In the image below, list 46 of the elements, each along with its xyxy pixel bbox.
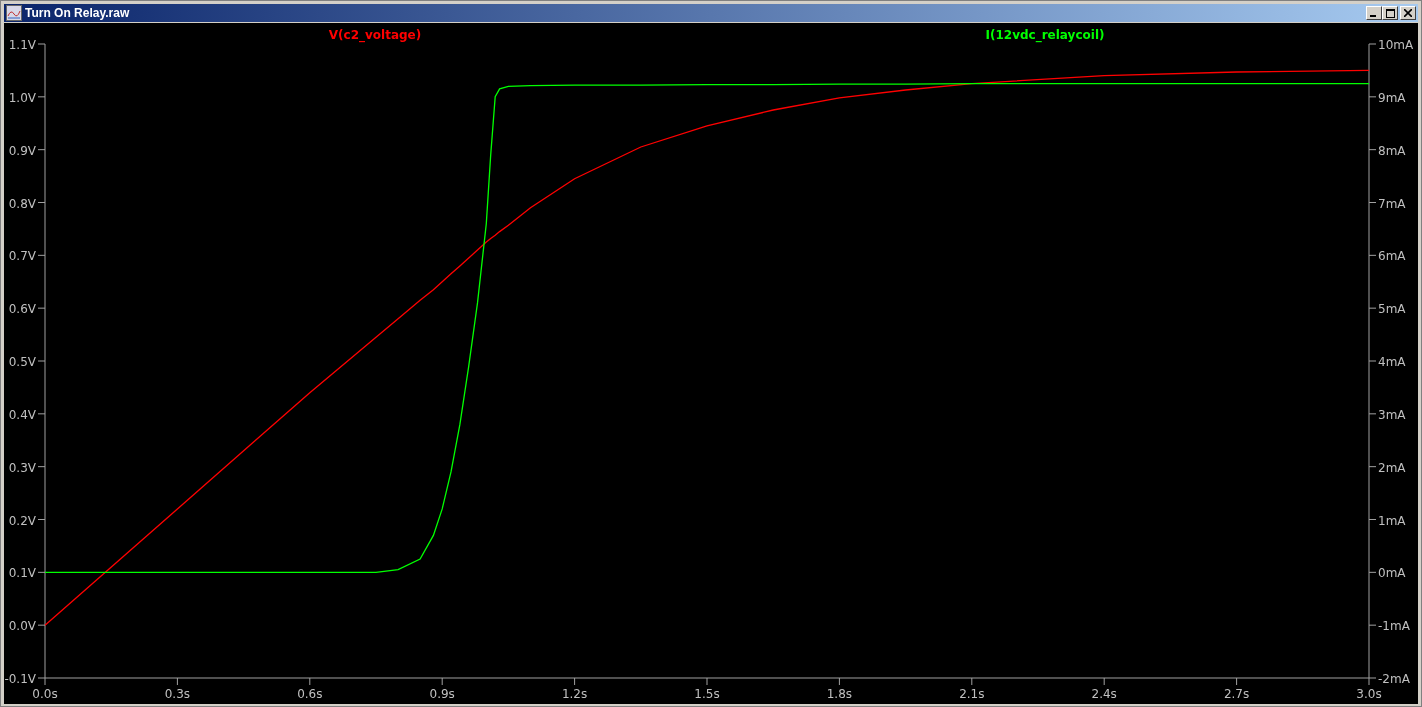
- close-button[interactable]: [1400, 6, 1416, 20]
- x-axis-label: 2.4s: [1091, 687, 1117, 701]
- y-axis-label: 0.7V: [8, 249, 36, 264]
- y-axis-label: 7mA: [1378, 196, 1406, 211]
- x-axis-label: 0.3s: [164, 687, 191, 701]
- close-icon: [1404, 9, 1412, 17]
- waveform-icon: [6, 5, 22, 21]
- y-axis-label: 0.1V: [8, 566, 36, 581]
- x-axis-label: 0.0s: [32, 687, 58, 701]
- y-axis-label: 1mA: [1378, 513, 1406, 528]
- x-axis-label: 2.1s: [959, 687, 985, 701]
- y-axis-label: 5mA: [1378, 302, 1406, 317]
- maximize-icon: [1385, 8, 1395, 18]
- y-axis-label: 10mA: [1378, 38, 1414, 52]
- y-axis-label: 2mA: [1378, 460, 1406, 475]
- y-axis-label: 0.3V: [8, 460, 36, 475]
- x-axis-label: 1.8s: [826, 687, 853, 701]
- y-axis-label: 0.6V: [8, 302, 36, 317]
- x-axis-label: 0.9s: [429, 687, 455, 701]
- y-axis-label: -2mA: [1378, 672, 1410, 686]
- y-axis-label: 0.9V: [8, 143, 36, 158]
- trace-legend: V(c2_voltage): [328, 28, 422, 42]
- x-axis-label: 0.6s: [297, 687, 323, 701]
- y-axis-label: 0.0V: [8, 619, 36, 634]
- y-axis-label: 8mA: [1378, 143, 1406, 158]
- trace-legend: I(12vdc_relaycoil): [985, 28, 1105, 42]
- y-axis-label: 0.2V: [8, 513, 36, 528]
- y-axis-label: 3mA: [1378, 407, 1406, 422]
- y-axis-label: 0mA: [1378, 566, 1406, 581]
- y-axis-label: 0.8V: [8, 196, 36, 211]
- x-axis-label: 3.0s: [1356, 687, 1382, 701]
- x-axis-label: 1.5s: [694, 687, 720, 701]
- minimize-button[interactable]: [1366, 6, 1382, 20]
- y-axis-label: 9mA: [1378, 90, 1406, 105]
- y-axis-label: 6mA: [1378, 249, 1406, 264]
- maximize-button[interactable]: [1382, 6, 1398, 20]
- x-axis-label: 1.2s: [561, 687, 588, 701]
- y-axis-label: 0.5V: [8, 355, 36, 369]
- x-axis-label: 2.7s: [1223, 687, 1250, 701]
- y-axis-label: 1.0V: [8, 90, 36, 105]
- y-axis-label: -0.1V: [4, 672, 36, 686]
- y-axis-label: 4mA: [1378, 355, 1406, 369]
- window-title: Turn On Relay.raw: [25, 6, 130, 20]
- y-axis-label: -1mA: [1378, 619, 1410, 634]
- y-axis-label: 0.4V: [8, 407, 36, 422]
- y-axis-label: 1.1V: [8, 38, 36, 52]
